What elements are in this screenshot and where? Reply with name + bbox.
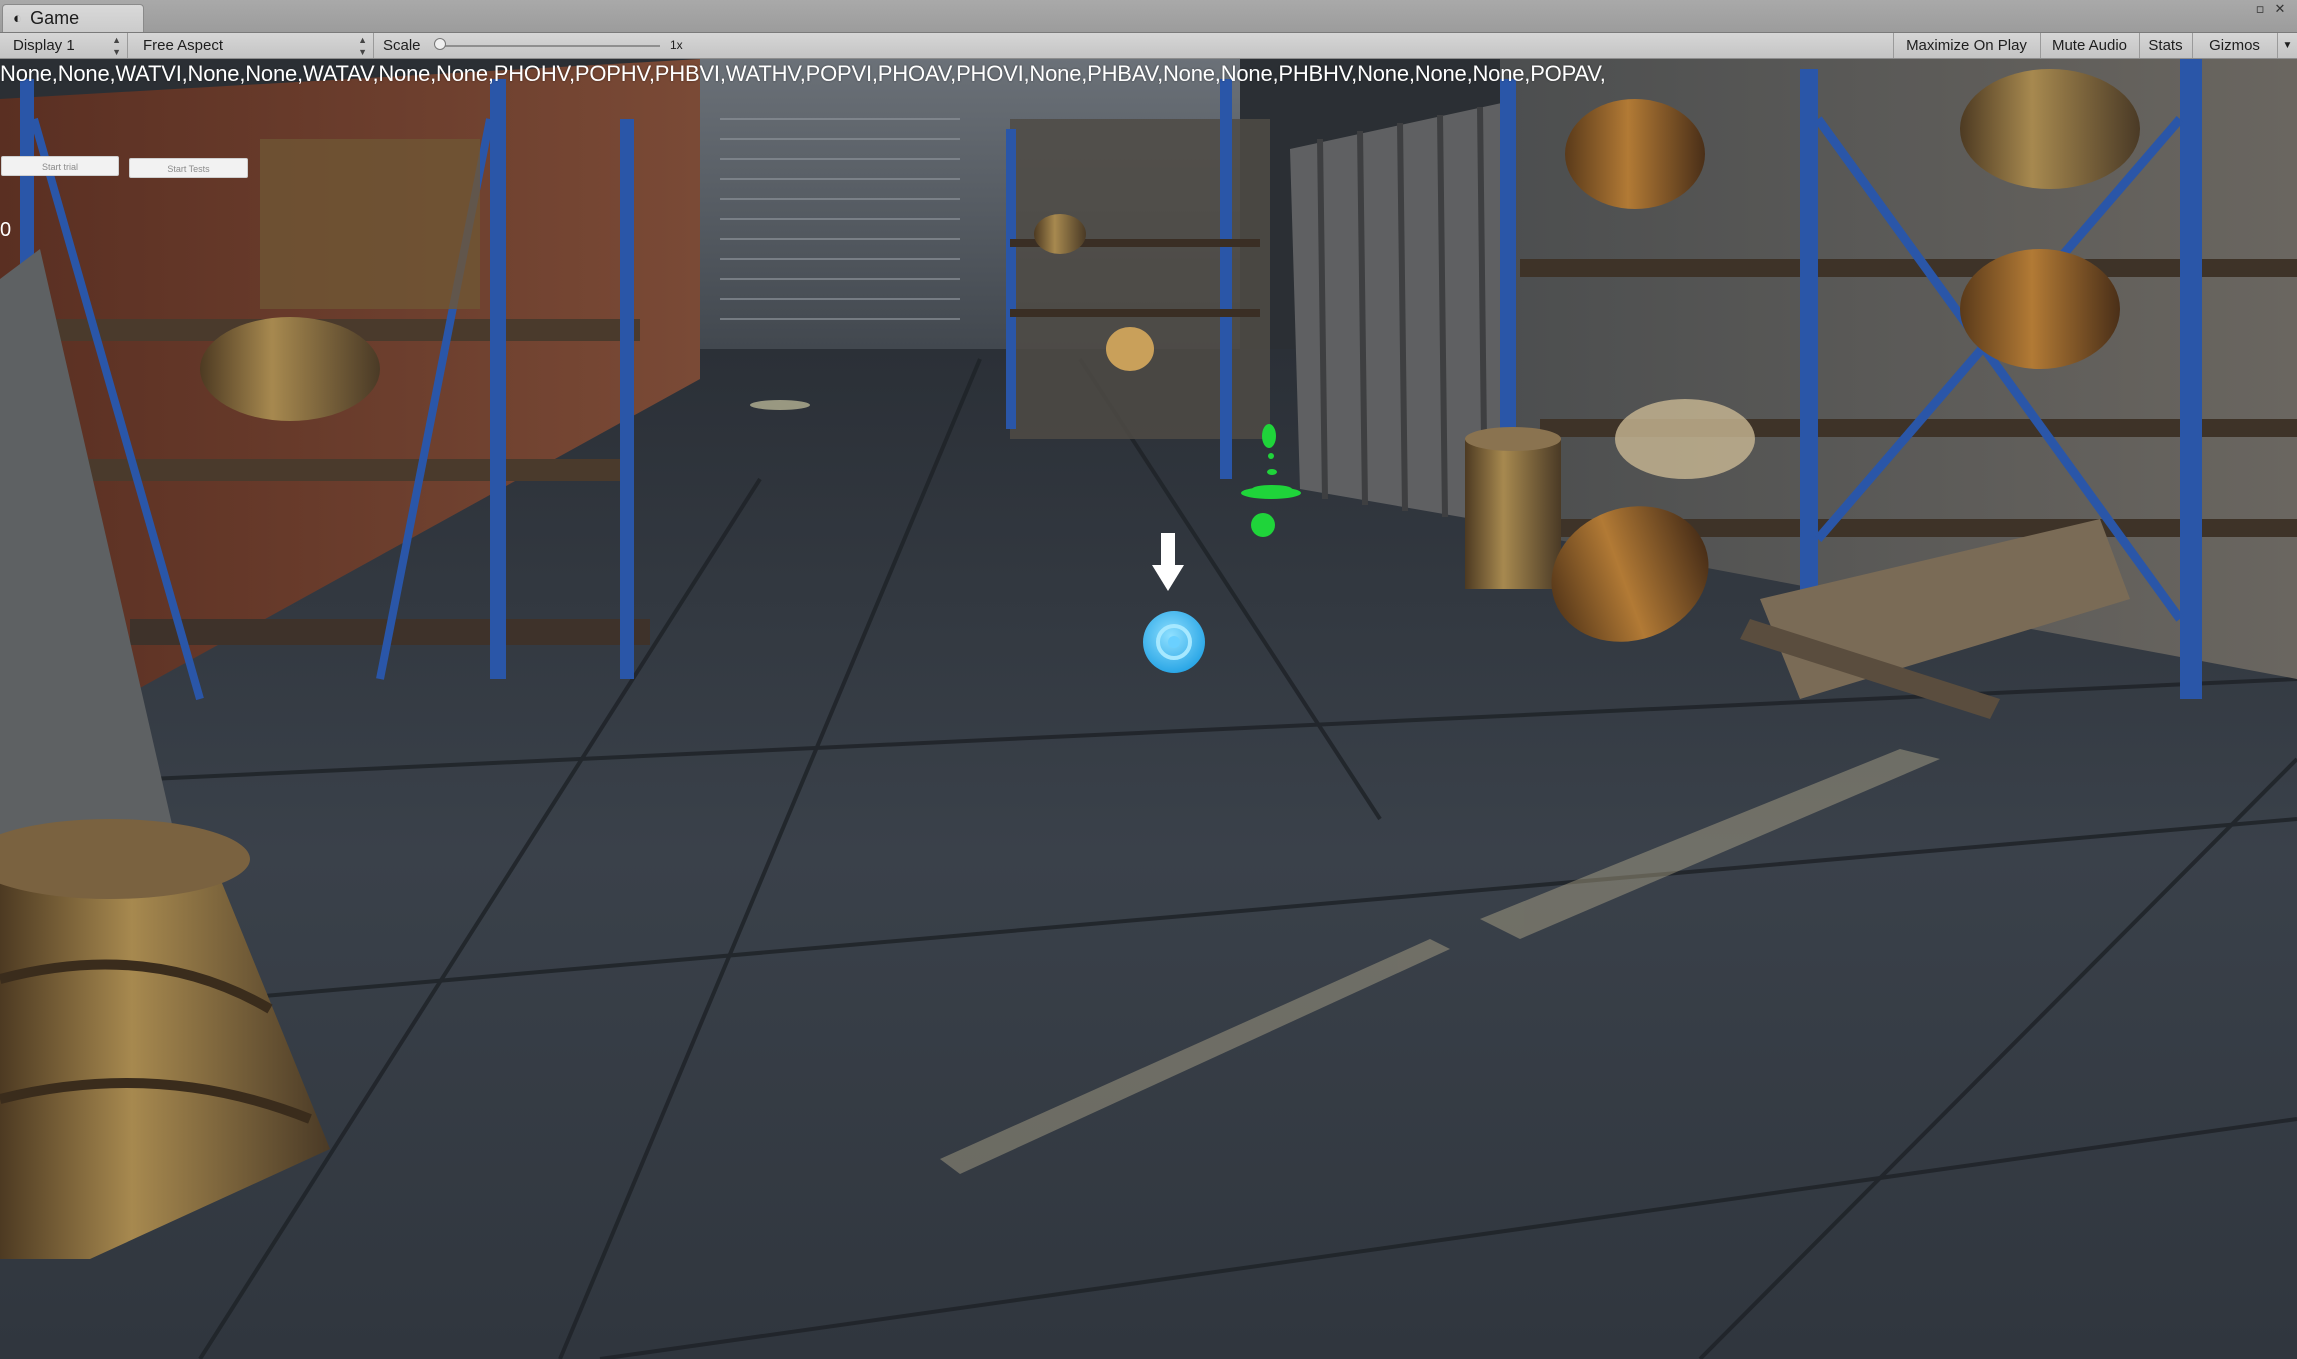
dropdown-arrows-icon: ▲ ▼ bbox=[112, 35, 121, 57]
start-tests-button[interactable]: Start Tests bbox=[129, 158, 248, 178]
maximize-on-play-toggle[interactable]: Maximize On Play bbox=[1893, 33, 2039, 58]
standing-barrel bbox=[1465, 427, 1561, 589]
mute-audio-toggle[interactable]: Mute Audio bbox=[2040, 33, 2138, 58]
trial-counter: 0 bbox=[0, 219, 12, 241]
gizmos-arrow-icon[interactable]: ▼ bbox=[2277, 33, 2297, 58]
shelf-barrel bbox=[1565, 99, 1705, 209]
start-trial-button[interactable]: Start trial bbox=[1, 156, 119, 176]
shelf-barrel bbox=[1615, 399, 1755, 479]
scale-value: 1x bbox=[670, 38, 683, 52]
scale-label: Scale bbox=[383, 37, 421, 54]
shelf-barrel bbox=[200, 317, 380, 421]
floor-marker bbox=[750, 400, 810, 410]
scale-slider-handle[interactable] bbox=[434, 38, 446, 50]
stats-toggle[interactable]: Stats bbox=[2139, 33, 2191, 58]
display-dropdown[interactable]: Display 1 ▲ ▼ bbox=[0, 33, 128, 58]
status-sequence-text: None,None,WATVI,None,None,WATAV,None,Non… bbox=[0, 61, 1606, 86]
tab-game-label: Game bbox=[30, 8, 80, 28]
aspect-dropdown[interactable]: Free Aspect ▲ ▼ bbox=[130, 33, 374, 58]
target-circle-icon bbox=[1143, 611, 1205, 673]
gizmos-label: Gizmos bbox=[2209, 37, 2260, 54]
aspect-dropdown-label: Free Aspect bbox=[143, 37, 224, 54]
close-icon[interactable]: ✕ bbox=[2272, 2, 2288, 18]
warehouse-scene bbox=[0, 59, 2297, 1359]
gizmos-dropdown[interactable]: Gizmos bbox=[2192, 33, 2276, 58]
unity-game-icon: ◐ bbox=[13, 10, 23, 27]
display-dropdown-label: Display 1 bbox=[13, 37, 75, 54]
maximize-icon[interactable]: ▫ bbox=[2252, 2, 2268, 18]
middle-shelf-rack bbox=[1006, 79, 1270, 479]
window-tab-strip: ◐ Game ▫ ✕ bbox=[0, 0, 2297, 33]
game-toolbar: Display 1 ▲ ▼ Free Aspect ▲ ▼ Scale 1x Max… bbox=[0, 33, 2297, 59]
shelf-crates bbox=[260, 139, 480, 309]
shelf-barrel bbox=[1960, 69, 2140, 189]
shelf-barrel bbox=[1960, 249, 2120, 369]
scale-slider-track[interactable] bbox=[440, 45, 660, 47]
tab-game[interactable]: ◐ Game bbox=[2, 4, 144, 32]
game-viewport[interactable]: None,None,WATVI,None,None,WATAV,None,Non… bbox=[0, 59, 2297, 1359]
dropdown-arrows-icon: ▲ ▼ bbox=[358, 35, 367, 57]
